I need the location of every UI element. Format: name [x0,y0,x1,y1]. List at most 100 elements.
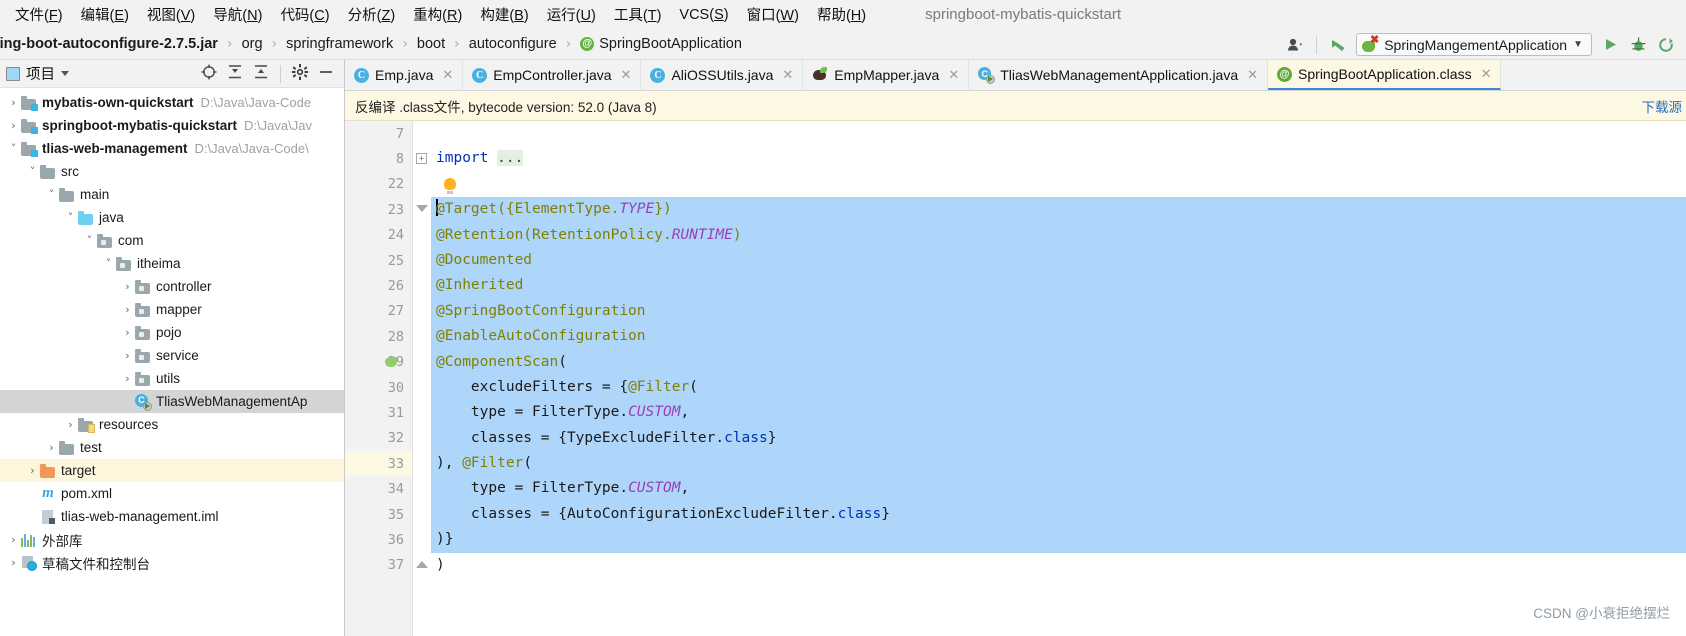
chevron-down-icon[interactable] [61,71,69,76]
code-line-23[interactable]: @Target({ElementType.TYPE}) [431,197,1686,223]
code-line-37[interactable]: ) [431,553,1686,578]
code-line-31[interactable]: type = FilterType.CUSTOM, [431,400,1686,426]
editor-gutter[interactable]: 7 8 22 23 24 25 26 27 28 29 30 31 32 33 34 35 36 37 [345,121,413,636]
tree-node-test[interactable]: › test [0,436,344,459]
hide-panel-icon[interactable] [318,64,334,83]
code-line-24[interactable]: @Retention(RetentionPolicy.RUNTIME) [431,222,1686,248]
run-icon[interactable] [1596,32,1624,58]
fold-collapse-icon[interactable] [416,205,428,213]
gutter-line-32[interactable]: 32 [345,426,412,451]
tree-node-target[interactable]: › target [0,459,344,482]
tree-node-itheima[interactable]: ˅ itheima [0,252,344,275]
tree-node-springboot-mybatis-quickstart[interactable]: › springboot-mybatis-quickstart D:\Java\Ja… [0,114,344,137]
tree-node-mapper[interactable]: › mapper [0,298,344,321]
tree-node-外部库[interactable]: › 外部库 [0,528,344,551]
editor-tab-emp-java[interactable]: C Emp.java ✕ [345,60,464,90]
chevron-down-icon[interactable]: ˅ [82,234,97,247]
tree-node-com[interactable]: ˅ com [0,229,344,252]
code-line-33[interactable]: ), @Filter( [431,451,1686,477]
menu-item-3[interactable]: 视图(V) [138,1,204,28]
gutter-line-28[interactable]: 28 [345,324,412,349]
code-line-8[interactable]: import ... [431,146,1686,171]
fold-collapse-icon[interactable] [416,560,428,568]
tree-node-pojo[interactable]: › pojo [0,321,344,344]
code-line-26[interactable]: @Inherited [431,273,1686,299]
fold-expand-icon[interactable]: + [416,153,427,165]
breadcrumb-item-3[interactable]: springframework [286,36,393,52]
gutter-line-22[interactable]: 22 [345,172,412,197]
chevron-right-icon[interactable]: › [6,119,21,132]
code-line-29[interactable]: @ComponentScan( [431,349,1686,375]
close-icon[interactable]: ✕ [1247,67,1258,83]
breadcrumb-item-4[interactable]: boot [417,36,445,52]
menu-item-1[interactable]: 文件(F) [6,1,72,28]
gutter-line-27[interactable]: 27 [345,299,412,324]
menu-item-10[interactable]: 工具(T) [605,1,671,28]
tree-node-tlias-web-management[interactable]: ˅ tlias-web-management D:\Java\Java-Code\ [0,137,344,160]
chevron-down-icon[interactable]: ˅ [6,142,21,155]
tree-node-utils[interactable]: › utils [0,367,344,390]
chevron-right-icon[interactable]: › [6,533,21,546]
chevron-right-icon[interactable]: › [120,326,135,339]
menu-item-9[interactable]: 运行(U) [538,1,605,28]
close-icon[interactable]: ✕ [442,67,453,83]
gutter-line-37[interactable]: 37 [345,553,412,578]
chevron-right-icon[interactable]: › [120,303,135,316]
chevron-right-icon[interactable]: › [44,441,59,454]
close-icon[interactable]: ✕ [1481,66,1492,82]
tree-node-tlias-web-managementiml[interactable]: tlias-web-management.iml [0,505,344,528]
breadcrumb-item-6[interactable]: @ SpringBootApplication [580,36,742,52]
gutter-line-29[interactable]: 29 [345,350,412,375]
chevron-right-icon[interactable]: › [6,96,21,109]
code-viewport[interactable]: 7 8 22 23 24 25 26 27 28 29 30 31 32 33 34 35 36 37 + imp… [345,121,1686,636]
code-line-25[interactable]: @Documented [431,247,1686,274]
tree-node-service[interactable]: › service [0,344,344,367]
gutter-line-26[interactable]: 26 [345,273,412,298]
tree-node-mybatis-own-quickstart[interactable]: › mybatis-own-quickstart D:\Java\Java-Code [0,91,344,114]
close-icon[interactable]: ✕ [948,67,959,83]
code-line-36[interactable]: )} [431,527,1686,553]
user-icon[interactable] [1281,32,1309,58]
chevron-down-icon[interactable]: ˅ [101,257,116,270]
gutter-line-36[interactable]: 36 [345,527,412,552]
rerun-icon[interactable] [1652,32,1680,58]
tree-node-java[interactable]: ˅ java [0,206,344,229]
code-line-34[interactable]: type = FilterType.CUSTOM, [431,476,1686,502]
code-line-30[interactable]: excludeFilters = {@Filter( [431,374,1686,401]
menu-item-2[interactable]: 编辑(E) [72,1,138,28]
menu-item-12[interactable]: 窗口(W) [738,1,808,28]
gutter-line-35[interactable]: 35 [345,502,412,527]
menu-item-11[interactable]: VCS(S) [670,4,737,26]
breadcrumb-item-5[interactable]: autoconfigure [469,36,557,52]
gutter-line-23[interactable]: 23 [345,197,412,222]
breadcrumb-item-2[interactable]: org [242,36,263,52]
code-content[interactable]: import ... @Target({ElementType.TYPE}) @Re… [431,121,1686,636]
menu-item-6[interactable]: 分析(Z) [339,1,405,28]
run-configuration-selector[interactable]: ✖ SpringMangementApplication ▼ [1356,33,1592,56]
editor-tab-empmapper-java[interactable]: EmpMapper.java ✕ [803,60,970,90]
code-line-7[interactable] [431,121,1686,146]
code-folding-column[interactable]: + [413,121,431,636]
tree-node-main[interactable]: ˅ main [0,183,344,206]
code-line-28[interactable]: @EnableAutoConfiguration [431,324,1686,350]
gutter-line-30[interactable]: 30 [345,375,412,400]
chevron-down-icon[interactable]: ˅ [63,211,78,224]
code-line-27[interactable]: @SpringBootConfiguration [431,298,1686,325]
chevron-right-icon[interactable]: › [63,418,78,431]
gutter-line-7[interactable]: 7 [345,121,412,146]
tree-node-草稿文件和控制台[interactable]: › 草稿文件和控制台 [0,551,344,574]
editor-tab-empcontroller-java[interactable]: C EmpController.java ✕ [463,60,642,90]
gutter-line-31[interactable]: 31 [345,400,412,425]
tree-node-pomxml[interactable]: m pom.xml [0,482,344,505]
menu-item-5[interactable]: 代码(C) [271,1,338,28]
chevron-right-icon[interactable]: › [120,280,135,293]
gutter-line-24[interactable]: 24 [345,223,412,248]
gutter-line-34[interactable]: 34 [345,476,412,501]
expand-all-icon[interactable] [253,64,269,83]
editor-tab-aliossutils-java[interactable]: C AliOSSUtils.java ✕ [641,60,804,90]
download-sources-link[interactable]: 下载源 [1642,96,1683,116]
close-icon[interactable]: ✕ [782,67,793,83]
target-icon[interactable] [201,64,217,83]
code-line-32[interactable]: classes = {TypeExcludeFilter.class} [431,425,1686,452]
spring-bean-gutter-icon[interactable] [385,350,399,375]
